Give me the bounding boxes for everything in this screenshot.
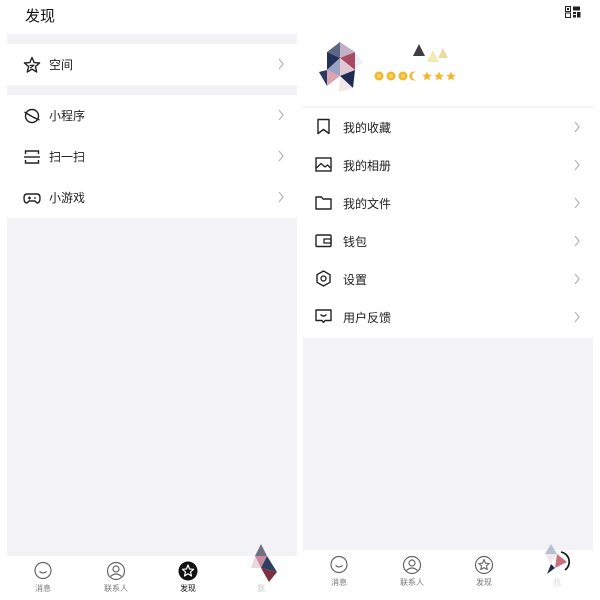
discover-item-scan[interactable]: 扫一扫 [7, 136, 297, 177]
tab-label: 消息 [331, 578, 347, 587]
tab-contacts[interactable]: 联系人 [390, 550, 434, 594]
discover-star-icon [178, 561, 198, 581]
empty-area [303, 338, 593, 550]
discover-item-mini-program[interactable]: 小程序 [7, 95, 297, 136]
tab-label: 消息 [35, 584, 51, 593]
chat-bubble-icon [330, 555, 348, 574]
chevron-right-icon [278, 191, 284, 203]
tab-label: 联系人 [400, 578, 424, 587]
chevron-right-icon [574, 159, 580, 171]
discover-item-qzone[interactable]: 空间 [7, 44, 297, 85]
chevron-right-icon [574, 121, 580, 133]
section-divider [7, 85, 297, 95]
menu-item-files[interactable]: 我的文件 [303, 184, 593, 222]
menu-item-label: 我的收藏 [343, 121, 392, 135]
menu-item-label: 我的相册 [343, 159, 392, 173]
profile-card[interactable] [303, 38, 593, 106]
tab-discover[interactable]: 发现 [462, 550, 506, 594]
chevron-right-icon [574, 273, 580, 285]
menu-item-feedback[interactable]: 用户反馈 [303, 298, 593, 336]
empty-area [7, 218, 297, 556]
menu-item-label: 我的文件 [343, 197, 392, 211]
avatar[interactable] [315, 42, 365, 94]
chevron-right-icon [574, 197, 580, 209]
tab-contacts[interactable]: 联系人 [94, 556, 138, 600]
avatar-tab-icon [251, 544, 277, 582]
tab-label: 我 [553, 578, 561, 587]
tab-label: 我 [257, 584, 265, 593]
menu-item-album[interactable]: 我的相册 [303, 146, 593, 184]
tab-discover[interactable]: 发现 [166, 556, 210, 600]
tab-label: 发现 [476, 578, 492, 587]
feedback-icon [315, 309, 332, 324]
avatar-tab-icon [545, 544, 570, 574]
page-title: 发现 [25, 7, 56, 25]
tab-me[interactable]: 我 [239, 544, 283, 600]
chevron-right-icon [278, 150, 284, 162]
chat-bubble-icon [34, 561, 52, 580]
contacts-icon [402, 555, 422, 575]
menu-item-label: 设置 [343, 273, 368, 287]
discover-header: 发现 [7, 0, 297, 34]
mini-program-icon [24, 108, 40, 124]
discover-item-label: 小游戏 [49, 191, 86, 205]
chevron-right-icon [574, 311, 580, 323]
tab-messages[interactable]: 消息 [21, 556, 65, 600]
discover-item-label: 扫一扫 [49, 150, 86, 164]
menu-item-label: 用户反馈 [343, 311, 392, 325]
qr-code-icon[interactable] [565, 6, 581, 18]
discover-item-label: 小程序 [49, 109, 86, 123]
section-divider [7, 34, 297, 44]
menu-item-favorites[interactable]: 我的收藏 [303, 108, 593, 146]
contacts-icon [106, 561, 126, 581]
menu-item-label: 钱包 [343, 235, 368, 249]
chevron-right-icon [278, 58, 284, 70]
tab-me[interactable]: 我 [535, 544, 579, 594]
star-sun-moon-level-icons [374, 71, 456, 81]
tab-messages[interactable]: 消息 [317, 550, 361, 594]
settings-icon [316, 270, 331, 287]
scan-icon [24, 150, 40, 164]
photo-album-icon [315, 157, 332, 172]
star-icon [23, 56, 41, 73]
tab-label: 发现 [180, 584, 196, 593]
chevron-right-icon [574, 235, 580, 247]
bottom-tab-bar: 消息 联系人 发现 我 [303, 544, 593, 594]
decoration-icon [413, 44, 448, 62]
folder-icon [315, 196, 332, 210]
menu-item-wallet[interactable]: 钱包 [303, 222, 593, 260]
tab-label: 联系人 [104, 584, 128, 593]
bottom-tab-bar: 消息 联系人 发现 我 [7, 544, 297, 600]
profile-screen: 我的收藏 我的相册 我的文件 钱包 设置 用户反馈 消息 联系人 发现 我 [303, 0, 593, 600]
wallet-icon [315, 234, 332, 248]
gamepad-icon [23, 193, 41, 204]
chevron-right-icon [278, 109, 284, 121]
menu-item-settings[interactable]: 设置 [303, 260, 593, 298]
bookmark-icon [317, 118, 330, 135]
discover-screen: 发现 空间 小程序 扫一扫 小游戏 消息 联系人 发现 我 [7, 0, 297, 600]
discover-star-icon [474, 555, 494, 575]
discover-item-mini-games[interactable]: 小游戏 [7, 177, 297, 218]
discover-item-label: 空间 [49, 58, 74, 72]
